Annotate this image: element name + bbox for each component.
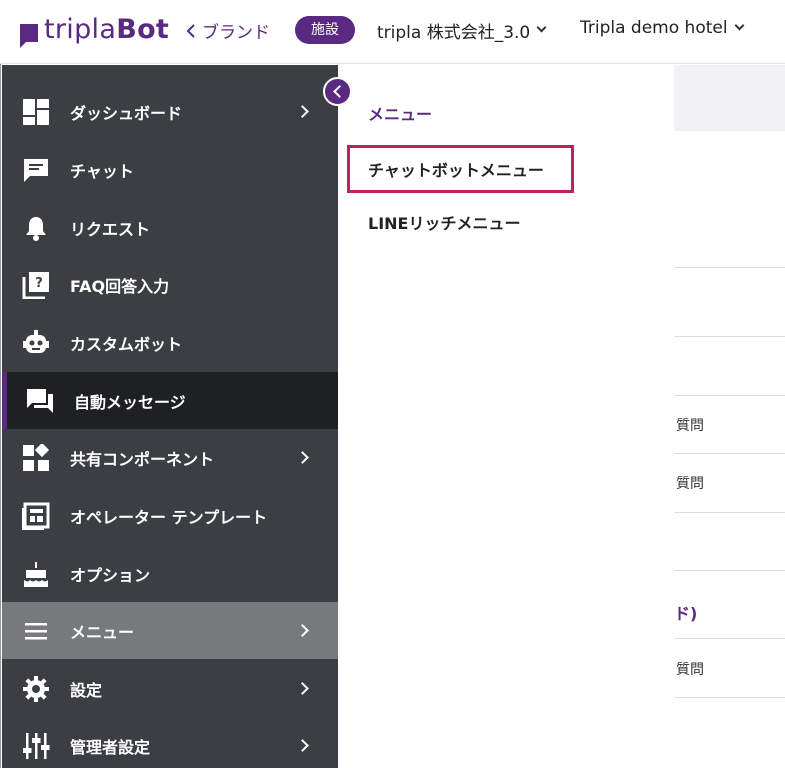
row-divider <box>674 570 785 571</box>
row-text: 質問 <box>676 476 704 492</box>
cake-icon <box>22 560 50 588</box>
logo-text-tripla: tripla <box>44 14 117 45</box>
sidebar-item-label: FAQ回答入力 <box>70 276 170 296</box>
row-divider <box>674 512 785 513</box>
facility-badge[interactable]: 施設 <box>295 16 355 44</box>
hotel-select[interactable]: Tripla demo hotel <box>580 18 745 38</box>
dashboard-icon <box>22 98 50 126</box>
components-icon <box>22 443 50 472</box>
bell-icon <box>22 214 50 242</box>
row-divider <box>674 267 785 268</box>
sidebar-item-operator-template[interactable]: オペレーター テンプレート <box>2 487 338 544</box>
sidebar-item-label: 管理者設定 <box>70 737 151 757</box>
menu-icon <box>22 617 50 645</box>
row-divider <box>674 336 785 337</box>
sidebar-item-menu[interactable]: メニュー <box>2 602 338 659</box>
sidebar-nav: ダッシュボード チャット リクエスト ? FAQ回答入力 カスタムボット 自動メ… <box>2 65 338 768</box>
svg-text:?: ? <box>35 276 43 291</box>
row-text: 質問 <box>676 418 704 434</box>
chevron-left-icon <box>186 23 195 38</box>
chevron-down-icon <box>734 20 745 30</box>
top-header: triplaBot ブランド 施設 tripla 株式会社_3.0 Tripla… <box>0 0 785 64</box>
brand-link-label: ブランド <box>202 23 270 43</box>
submenu-item-line-rich-menu[interactable]: LINEリッチメニュー <box>368 210 520 234</box>
sliders-icon <box>22 732 50 760</box>
row-heading-text: ド) <box>674 604 698 623</box>
chevron-right-icon <box>296 451 309 464</box>
sidebar-collapse-button[interactable] <box>323 77 352 106</box>
submenu-title: メニュー <box>368 105 433 124</box>
logo-mark-icon <box>20 23 38 48</box>
sidebar-item-label: リクエスト <box>70 219 151 239</box>
sidebar-item-auto-message[interactable]: 自動メッセージ <box>2 372 338 429</box>
sidebar-item-options[interactable]: オプション <box>2 545 338 602</box>
sidebar-item-custom-bot[interactable]: カスタムボット <box>2 314 338 371</box>
sidebar-item-label: オペレーター テンプレート <box>70 507 268 527</box>
sidebar-item-label: オプション <box>70 565 151 585</box>
message-icon <box>26 387 54 415</box>
row-divider <box>674 453 785 454</box>
row-text: 質問 <box>676 662 704 678</box>
sidebar-item-faq[interactable]: ? FAQ回答入力 <box>2 256 338 313</box>
sidebar-item-label: メニュー <box>70 622 135 642</box>
chevron-down-icon <box>536 22 547 33</box>
row-divider <box>674 395 785 396</box>
robot-icon <box>22 329 50 357</box>
sidebar-item-settings[interactable]: 設定 <box>2 660 338 717</box>
faq-icon: ? <box>22 271 50 299</box>
chat-icon <box>22 156 50 184</box>
company-select-value: tripla 株式会社_3.0 <box>377 23 531 43</box>
tripla-bot-logo[interactable]: triplaBot <box>20 14 170 48</box>
sidebar-item-label: 自動メッセージ <box>74 392 186 412</box>
gear-icon <box>22 675 50 703</box>
sidebar-item-label: カスタムボット <box>70 334 183 354</box>
hotel-select-value: Tripla demo hotel <box>580 18 728 38</box>
sidebar-item-request[interactable]: リクエスト <box>2 199 338 256</box>
sidebar-item-chat[interactable]: チャット <box>2 141 338 198</box>
sidebar-item-admin-settings[interactable]: 管理者設定 <box>2 717 338 768</box>
submenu-item-chatbot-menu[interactable]: チャットボットメニュー <box>347 145 574 193</box>
chevron-right-icon <box>296 739 309 752</box>
company-select[interactable]: tripla 株式会社_3.0 <box>377 18 547 43</box>
chevron-right-icon <box>296 624 309 637</box>
template-icon <box>22 502 50 530</box>
submenu-item-label: チャットボットメニュー <box>368 161 544 180</box>
sidebar-item-label: 共有コンポーネント <box>70 449 215 469</box>
sidebar-item-label: 設定 <box>70 680 103 700</box>
logo-text-bot: Bot <box>116 14 170 45</box>
menu-submenu-panel: メニュー チャットボットメニュー LINEリッチメニュー <box>338 65 674 768</box>
sidebar-item-shared-components[interactable]: 共有コンポーネント <box>2 429 338 486</box>
row-divider <box>674 638 785 639</box>
sidebar-item-label: チャット <box>70 161 134 181</box>
sidebar-item-dashboard[interactable]: ダッシュボード <box>2 83 338 140</box>
brand-back-link[interactable]: ブランド <box>186 18 270 43</box>
row-divider <box>674 697 785 698</box>
sidebar-item-label: ダッシュボード <box>70 103 183 123</box>
chevron-right-icon <box>296 105 309 118</box>
chevron-right-icon <box>296 682 309 695</box>
